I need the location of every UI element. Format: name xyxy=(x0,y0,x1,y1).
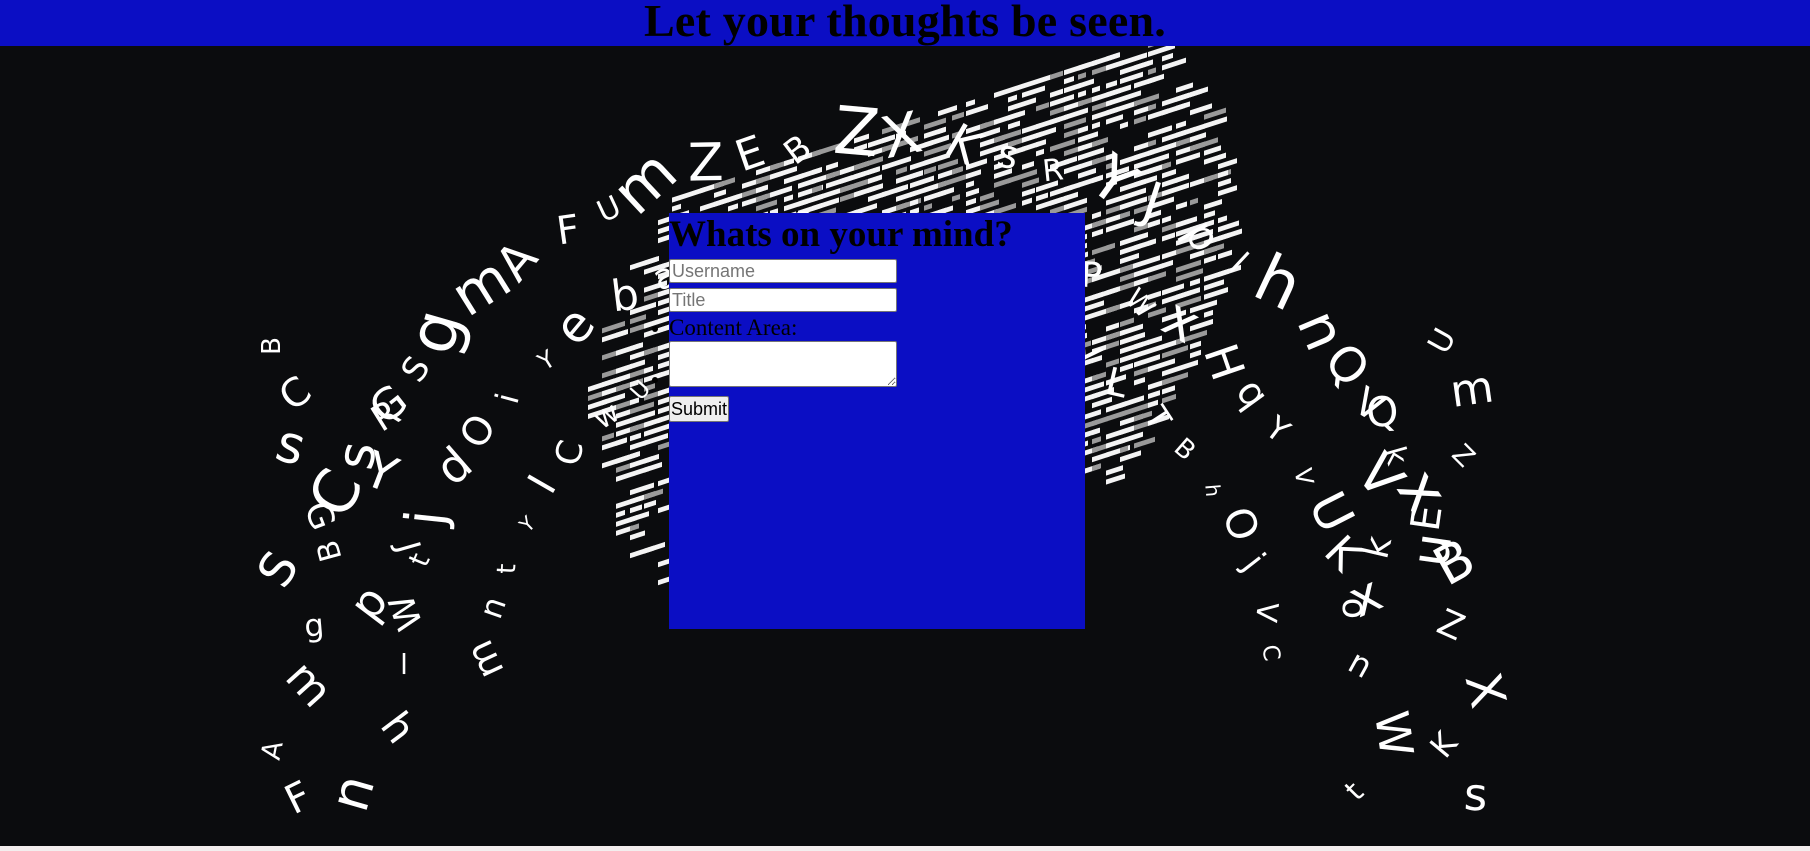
ring-letter: h xyxy=(1200,483,1225,498)
bottom-strip xyxy=(0,846,1810,851)
ring-letter: g xyxy=(303,607,326,645)
ring-letter: l xyxy=(400,648,408,681)
ring-letter: Z xyxy=(687,133,724,194)
ring-letter: m xyxy=(1447,361,1497,417)
post-form-panel: Whats on your mind? Content Area: Submit xyxy=(652,213,1085,629)
bullet-marker xyxy=(652,326,658,332)
ring-letter: B xyxy=(257,337,287,355)
content-area-label: Content Area: xyxy=(669,315,798,340)
bullet-marker xyxy=(652,377,658,383)
username-input[interactable] xyxy=(669,259,897,283)
ring-letter: t xyxy=(492,563,522,575)
form-list: Content Area: xyxy=(652,315,798,341)
ring-letter: Q xyxy=(1365,387,1400,437)
content-textarea[interactable] xyxy=(669,341,897,387)
page: Let your thoughts be seen. BCsGSgmAFUmZE… xyxy=(0,0,1810,851)
ring-letter: R xyxy=(1041,152,1065,189)
page-header: Let your thoughts be seen. xyxy=(0,0,1810,46)
page-title: Let your thoughts be seen. xyxy=(644,0,1166,46)
ring-letter: W xyxy=(1364,707,1424,760)
form-heading: Whats on your mind? xyxy=(669,214,1013,255)
ring-letter: s xyxy=(1463,767,1489,821)
content-area-item: Content Area: xyxy=(652,315,798,341)
ring-letter: V xyxy=(1249,601,1285,624)
submit-button[interactable]: Submit xyxy=(669,396,730,422)
ring-letter: Z xyxy=(831,92,883,173)
title-input[interactable] xyxy=(669,288,897,312)
